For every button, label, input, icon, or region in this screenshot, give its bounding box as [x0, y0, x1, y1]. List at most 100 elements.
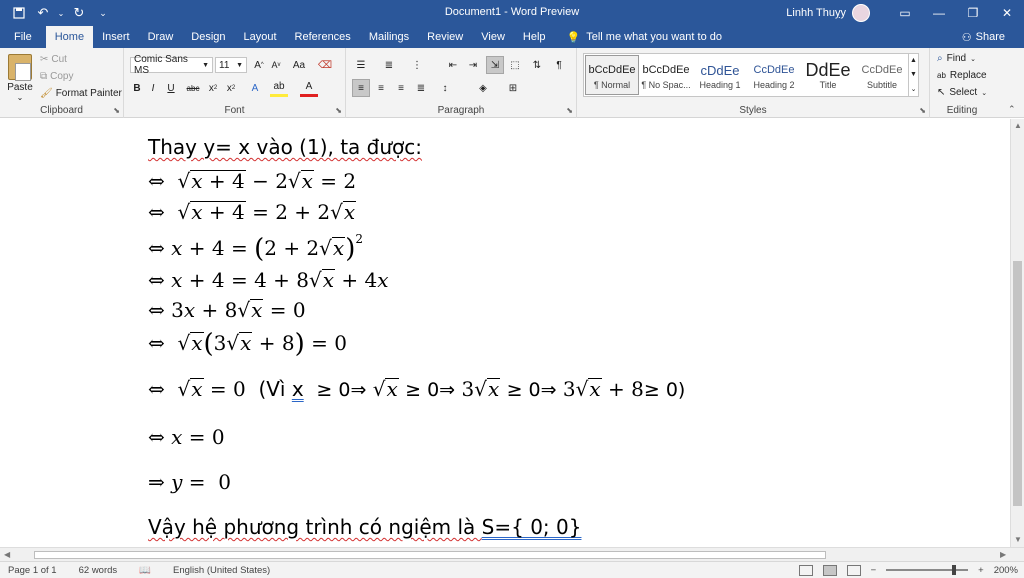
read-mode-icon[interactable]	[798, 564, 813, 576]
tab-review[interactable]: Review	[418, 26, 472, 48]
italic-icon[interactable]: I	[144, 79, 162, 97]
zoom-slider[interactable]	[886, 565, 969, 575]
scroll-down-icon[interactable]: ▼	[1014, 535, 1022, 544]
style-title[interactable]: DdEe Title	[801, 55, 855, 95]
justify-icon[interactable]: ≣	[412, 79, 430, 97]
style-normal[interactable]: bCcDdEe ¶ Normal	[585, 55, 639, 95]
line-spacing-icon[interactable]: ↕	[436, 79, 454, 97]
select-button[interactable]: ↖ Select ⌄	[937, 87, 987, 98]
superscript-icon[interactable]: x2	[222, 79, 240, 97]
highlight-icon[interactable]: ab	[270, 79, 288, 97]
copy-button[interactable]: ⧉ Copy	[40, 71, 74, 82]
restore-icon[interactable]: ❐	[956, 0, 990, 26]
undo-dropdown-icon[interactable]: ⌄	[56, 2, 66, 24]
scroll-left-icon[interactable]: ◀	[4, 550, 10, 559]
document-canvas[interactable]: Thay y= x vào (1), ta được: ⇔ √x + 4 − 2…	[0, 119, 1010, 547]
horizontal-scrollbar[interactable]: ◀ ▶	[0, 547, 1024, 561]
style-no-spacing[interactable]: bCcDdEe ¶ No Spac...	[639, 55, 693, 95]
language-indicator[interactable]: English (United States)	[173, 565, 270, 576]
align-left-icon[interactable]: ≡	[352, 79, 370, 97]
avatar[interactable]	[852, 4, 870, 22]
decrease-indent-icon[interactable]: ⇤	[444, 56, 462, 74]
minimize-icon[interactable]: —	[922, 0, 956, 26]
asian-layout-icon[interactable]: ⬚	[506, 56, 524, 74]
numbering-icon[interactable]: ≣	[380, 56, 398, 74]
replace-button[interactable]: ab Replace	[937, 70, 987, 81]
more-icon[interactable]: ⌄	[911, 85, 917, 93]
sort-icon[interactable]: ⇅	[528, 56, 546, 74]
grow-font-icon[interactable]: A ^	[250, 56, 268, 74]
cut-button[interactable]: ✂ Cut	[40, 54, 67, 65]
tab-design[interactable]: Design	[182, 26, 234, 48]
styles-label: Styles	[739, 105, 767, 116]
ribbon-display-options-icon[interactable]: ▭	[888, 0, 922, 26]
tab-home[interactable]: Home	[45, 26, 94, 48]
underline-icon[interactable]: U	[162, 79, 180, 97]
font-family-select[interactable]: Comic Sans MS ▼	[130, 54, 213, 76]
scroll-up-icon[interactable]: ▲	[1014, 121, 1022, 130]
font-size-select[interactable]: 11 ▼	[215, 57, 247, 73]
format-painter-button[interactable]: 🖌 Format Painter	[40, 88, 122, 99]
style-subtitle[interactable]: CcDdEe Subtitle	[855, 55, 909, 95]
text-effects-icon[interactable]: A	[246, 79, 264, 97]
show-marks-icon[interactable]: ¶	[550, 56, 568, 74]
borders-icon[interactable]: ⊞	[504, 79, 522, 97]
vertical-scrollbar[interactable]: ▲ ▼	[1010, 119, 1024, 547]
horizontal-scroll-thumb[interactable]	[34, 551, 826, 559]
tell-me-label: Tell me what you want to do	[586, 31, 722, 43]
share-button[interactable]: ⚇ Share	[953, 26, 1014, 48]
styles-gallery-scroll[interactable]: ▲ ▼ ⌄	[908, 54, 918, 96]
proofing-icon[interactable]: 📖	[139, 565, 151, 576]
web-layout-icon[interactable]	[846, 564, 861, 576]
tab-mailings[interactable]: Mailings	[360, 26, 418, 48]
close-icon[interactable]: ✕	[990, 0, 1024, 26]
zoom-out-icon[interactable]: −	[871, 565, 877, 576]
shrink-font-icon[interactable]: Av	[267, 56, 285, 74]
style-heading-2[interactable]: CcDdEe Heading 2	[747, 55, 801, 95]
word-count[interactable]: 62 words	[79, 565, 118, 576]
font-launcher-icon[interactable]: ⬊	[335, 106, 342, 115]
save-icon[interactable]	[8, 2, 30, 24]
clipboard-launcher-icon[interactable]: ⬊	[113, 106, 120, 115]
tab-view[interactable]: View	[472, 26, 514, 48]
tab-insert[interactable]: Insert	[93, 26, 139, 48]
text-direction-icon[interactable]: ⇲	[486, 56, 504, 74]
paste-dropdown-icon[interactable]: ⌄	[17, 93, 24, 102]
subscript-icon[interactable]: x2	[204, 79, 222, 97]
undo-icon[interactable]: ↶	[32, 2, 54, 24]
scroll-right-icon[interactable]: ▶	[1000, 550, 1006, 559]
tab-draw[interactable]: Draw	[139, 26, 183, 48]
multilevel-list-icon[interactable]: ⋮	[408, 56, 426, 74]
chevron-down-icon[interactable]: ▼	[910, 71, 917, 78]
chevron-up-icon[interactable]: ▲	[910, 57, 917, 64]
tab-references[interactable]: References	[286, 26, 360, 48]
font-color-icon[interactable]: A	[300, 79, 318, 97]
styles-launcher-icon[interactable]: ⬊	[919, 106, 926, 115]
vertical-scroll-thumb[interactable]	[1013, 261, 1022, 506]
zoom-level[interactable]: 200%	[994, 565, 1018, 576]
strikethrough-icon[interactable]: abc	[184, 79, 202, 97]
align-right-icon[interactable]: ≡	[392, 79, 410, 97]
collapse-ribbon-icon[interactable]: ⌃	[1008, 104, 1016, 115]
paste-button[interactable]: Paste ⌄	[6, 54, 34, 102]
increase-indent-icon[interactable]: ⇥	[464, 56, 482, 74]
zoom-slider-knob[interactable]	[952, 565, 957, 575]
bullets-icon[interactable]: ☰	[352, 56, 370, 74]
customize-qat-icon[interactable]: ⌄	[92, 2, 114, 24]
user-name[interactable]: Linhh Thuỵy	[786, 7, 846, 19]
tab-file[interactable]: File	[0, 26, 46, 48]
print-layout-icon[interactable]	[822, 564, 837, 576]
redo-icon[interactable]: ↻	[68, 2, 90, 24]
zoom-in-icon[interactable]: +	[978, 565, 984, 576]
tell-me-box[interactable]: 💡 Tell me what you want to do	[555, 26, 731, 48]
tab-layout[interactable]: Layout	[235, 26, 286, 48]
clear-formatting-icon[interactable]: ⌫	[316, 56, 334, 74]
paragraph-launcher-icon[interactable]: ⬊	[566, 106, 573, 115]
find-button[interactable]: ⌕ Find ⌄	[937, 53, 976, 64]
tab-help[interactable]: Help	[514, 26, 555, 48]
style-heading-1[interactable]: cDdEe Heading 1	[693, 55, 747, 95]
page-count[interactable]: Page 1 of 1	[8, 565, 57, 576]
shading-icon[interactable]: ◈	[474, 79, 492, 97]
align-center-icon[interactable]: ≡	[372, 79, 390, 97]
change-case-icon[interactable]: Aa	[290, 56, 308, 74]
